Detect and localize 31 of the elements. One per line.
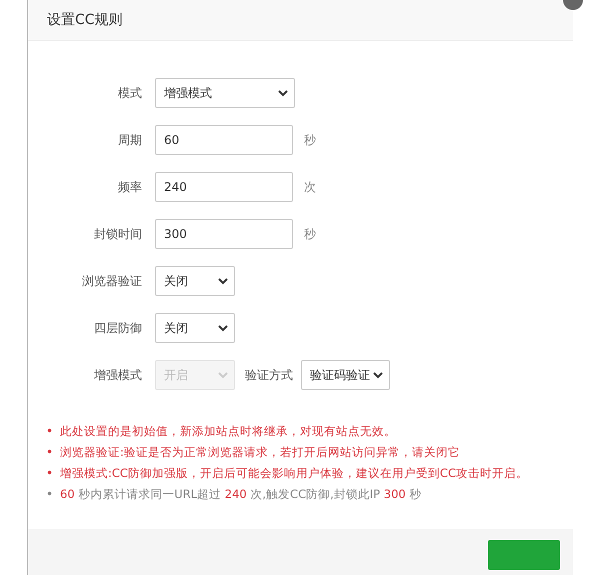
note-text: 浏览器验证:验证是否为正常浏览器请求，若打开后网站访问异常，请关闭它 — [60, 444, 460, 460]
field-label: 封锁时间 — [93, 226, 142, 242]
field-label: 增强模式 — [93, 366, 142, 384]
unit-label: 次 — [304, 178, 316, 196]
bullet-marker: • — [46, 465, 54, 481]
field-label: 浏览器验证 — [81, 272, 142, 290]
chevron-icon — [278, 90, 288, 96]
bullet-marker: • — [46, 444, 54, 460]
unit-label: 秒 — [304, 226, 316, 242]
note-text: 此处设置的是初始值，新添加站点时将继承，对现有站点无效。 — [60, 423, 396, 439]
input-field[interactable]: 240 — [155, 172, 293, 202]
field-label: 四层防御 — [93, 320, 142, 336]
select-field[interactable]: 增强模式 — [155, 78, 295, 108]
chevron-icon — [218, 278, 228, 284]
select-field[interactable]: 关闭 — [155, 266, 235, 296]
bullet-marker: • — [46, 423, 54, 439]
select-field[interactable]: 关闭 — [155, 313, 235, 343]
dialog-title: 设置CC规则 — [47, 11, 123, 29]
field-label: 频率 — [117, 178, 142, 196]
note-text: 增强模式:CC防御加强版，开启后可能会影响用户体验，建议在用户受到CC攻击时开启。 — [60, 465, 528, 481]
chevron-icon — [218, 372, 228, 378]
chevron-icon — [218, 324, 228, 332]
bullet-marker: • — [46, 486, 54, 502]
field-label: 模式 — [117, 84, 142, 102]
note-text: 60 秒内累计请求同一URL超过 240 次,触发CC防御,封锁此IP 300 秒 — [60, 486, 422, 502]
unit-label: 秒 — [304, 132, 316, 148]
input-field[interactable]: 60 — [155, 125, 293, 155]
field-label: 验证方式 — [245, 366, 293, 384]
chevron-icon — [373, 372, 383, 378]
field-label: 周期 — [117, 132, 142, 148]
input-field[interactable]: 300 — [155, 219, 293, 249]
